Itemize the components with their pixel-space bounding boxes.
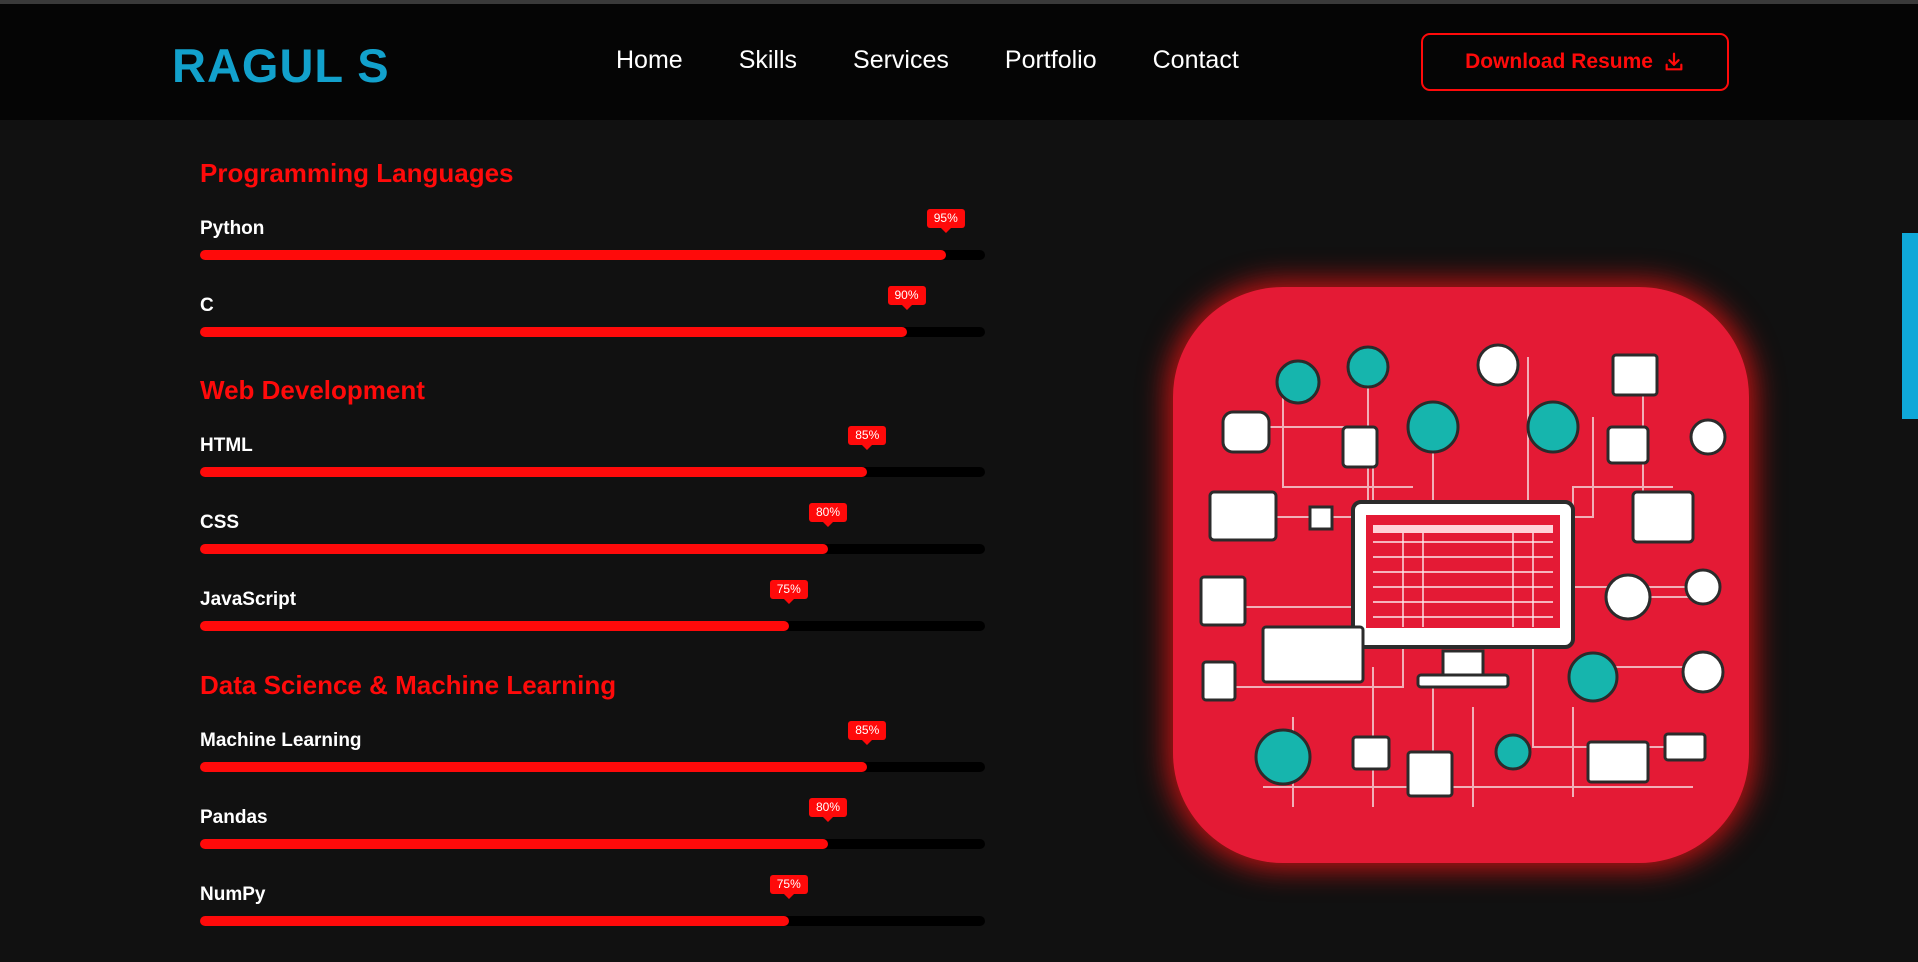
skill-progress-track (200, 621, 985, 631)
skill-percent-tag: 80% (808, 798, 848, 822)
nav-link-skills[interactable]: Skills (739, 46, 797, 75)
skill-label: JavaScript (200, 589, 297, 610)
skill-progress-track (200, 327, 985, 337)
skill-progress-track (200, 250, 985, 260)
skill-progress-track (200, 762, 985, 772)
site-logo[interactable]: RAGUL S (172, 38, 390, 93)
skill-percent-tag: 95% (926, 209, 965, 233)
section-title-datascience: Data Science & Machine Learning (200, 670, 617, 700)
skill-label: HTML (200, 435, 253, 456)
skill-row: JavaScript 75% (200, 580, 985, 639)
skill-row: Python 95% (200, 209, 985, 268)
skill-row: CSS 80% (200, 503, 985, 562)
download-icon (1665, 52, 1683, 71)
section-title-web: Web Development (200, 375, 425, 405)
nav-link-contact[interactable]: Contact (1153, 46, 1239, 75)
skill-progress-fill (200, 544, 828, 554)
skill-progress-track (200, 839, 985, 849)
skill-progress-fill (200, 621, 789, 631)
download-resume-label: Download Resume (1465, 50, 1653, 73)
skill-progress-fill (200, 467, 868, 477)
skill-progress-track (200, 544, 985, 554)
skill-row: Machine Learning 85% (200, 721, 985, 780)
skill-row: HTML 85% (200, 426, 985, 485)
skill-percent-tag: 90% (887, 286, 926, 310)
skill-row: Pandas 80% (200, 798, 985, 857)
skill-percent-tag: 75% (769, 580, 808, 604)
skill-progress-fill (200, 916, 789, 926)
skill-progress-fill (200, 839, 828, 849)
skill-percent-tag: 85% (848, 426, 887, 450)
illustration-svg (1199, 343, 1727, 807)
skill-label: C (200, 295, 214, 316)
skill-label: NumPy (200, 884, 266, 905)
skill-progress-track (200, 916, 985, 926)
skill-progress-track (200, 467, 985, 477)
nav-link-services[interactable]: Services (853, 46, 949, 75)
monitor-icon (1351, 500, 1575, 689)
navbar: RAGUL S Home Skills Services Portfolio C… (0, 4, 1918, 120)
section-title-programming: Programming Languages (200, 158, 514, 188)
nav-link-home[interactable]: Home (616, 46, 683, 75)
nav-links: Home Skills Services Portfolio Contact (616, 46, 1295, 75)
skill-label: Machine Learning (200, 730, 362, 751)
skill-progress-fill (200, 327, 907, 337)
skill-row: C 90% (200, 286, 985, 345)
scrollbar-thumb[interactable] (1902, 233, 1918, 419)
skill-row: NumPy 75% (200, 875, 985, 934)
skill-label: Python (200, 218, 265, 239)
skill-label: CSS (200, 512, 240, 533)
download-resume-button[interactable]: Download Resume (1421, 33, 1729, 91)
skill-percent-tag: 85% (848, 721, 887, 745)
skill-percent-tag: 75% (769, 875, 808, 899)
nav-link-portfolio[interactable]: Portfolio (1005, 46, 1097, 75)
skill-progress-fill (200, 250, 946, 260)
skill-label: Pandas (200, 807, 268, 828)
skill-percent-tag: 80% (808, 503, 848, 527)
computer-network-illustration (1173, 287, 1749, 863)
skill-progress-fill (200, 762, 868, 772)
